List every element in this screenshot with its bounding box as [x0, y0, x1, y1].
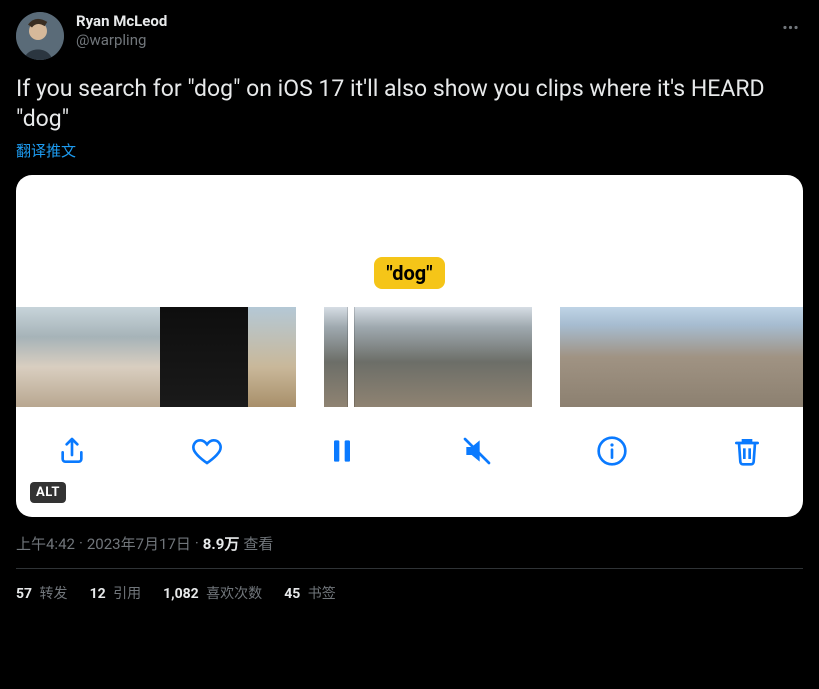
tweet-meta: 上午4:42 · 2023年7月17日 · 8.9万 查看: [16, 533, 803, 554]
video-thumbnail[interactable]: [64, 307, 112, 407]
retweets-label: 转发: [36, 586, 67, 602]
bookmarks-stat[interactable]: 45 书签: [284, 583, 336, 603]
video-thumbnail[interactable]: [204, 307, 248, 407]
like-button[interactable]: [185, 429, 229, 473]
delete-button[interactable]: [725, 429, 769, 473]
likes-label: 喜欢次数: [203, 586, 262, 602]
media-attachment[interactable]: "dog": [16, 175, 803, 517]
bookmarks-label: 书签: [304, 586, 335, 602]
video-thumbnail[interactable]: [16, 307, 64, 407]
quotes-label: 引用: [110, 586, 141, 602]
video-thumbnail[interactable]: [376, 307, 428, 407]
share-icon: [56, 435, 88, 467]
video-thumbnail[interactable]: [112, 307, 160, 407]
search-tag-row: "dog": [16, 257, 803, 307]
pause-button[interactable]: [320, 429, 364, 473]
playhead[interactable]: [348, 307, 354, 407]
video-thumbnail[interactable]: [660, 307, 710, 407]
tweet-date[interactable]: 2023年7月17日: [87, 533, 191, 554]
share-button[interactable]: [50, 429, 94, 473]
meta-separator: ·: [79, 534, 83, 552]
user-handle[interactable]: @warpling: [76, 31, 167, 50]
tweet-time[interactable]: 上午4:42: [16, 533, 75, 554]
likes-count: 1,082: [163, 586, 199, 602]
media-spacer: [16, 175, 803, 257]
clip-group-3[interactable]: [560, 307, 803, 407]
alt-badge[interactable]: ALT: [30, 482, 66, 503]
video-thumbnail[interactable]: [710, 307, 760, 407]
clip-group-1[interactable]: [16, 307, 296, 407]
views-count: 8.9万: [203, 533, 240, 554]
mute-button[interactable]: [455, 429, 499, 473]
video-timeline[interactable]: [16, 307, 803, 407]
video-thumbnail[interactable]: [248, 307, 296, 407]
avatar-photo: [16, 12, 64, 60]
video-thumbnail[interactable]: [428, 307, 480, 407]
tweet-text: If you search for "dog" on iOS 17 it'll …: [16, 74, 803, 134]
user-info: Ryan McLeod @warpling: [76, 12, 167, 50]
heart-icon: [191, 435, 223, 467]
views-label: 查看: [243, 533, 273, 554]
pause-icon: [326, 435, 358, 467]
media-toolbar: [16, 407, 803, 473]
video-thumbnail[interactable]: [760, 307, 803, 407]
retweets-count: 57: [16, 586, 32, 602]
display-name[interactable]: Ryan McLeod: [76, 12, 167, 31]
quotes-stat[interactable]: 12 引用: [90, 583, 142, 603]
video-thumbnail[interactable]: [610, 307, 660, 407]
info-icon: [596, 435, 628, 467]
speaker-muted-icon: [461, 435, 493, 467]
ellipsis-icon: [781, 18, 800, 37]
tweet-container: Ryan McLeod @warpling If you search for …: [0, 0, 819, 617]
quotes-count: 12: [90, 586, 106, 602]
tweet-header: Ryan McLeod @warpling: [16, 12, 803, 60]
search-term-badge: "dog": [374, 257, 444, 289]
meta-separator: ·: [195, 534, 199, 552]
avatar[interactable]: [16, 12, 64, 60]
retweets-stat[interactable]: 57 转发: [16, 583, 68, 603]
info-button[interactable]: [590, 429, 634, 473]
likes-stat[interactable]: 1,082 喜欢次数: [163, 583, 262, 603]
more-options-button[interactable]: [773, 10, 807, 44]
video-thumbnail[interactable]: [560, 307, 610, 407]
trash-icon: [731, 435, 763, 467]
video-thumbnail[interactable]: [480, 307, 532, 407]
bookmarks-count: 45: [284, 586, 300, 602]
translate-link[interactable]: 翻译推文: [16, 140, 76, 161]
tweet-stats: 57 转发 12 引用 1,082 喜欢次数 45 书签: [16, 569, 803, 617]
video-thumbnail[interactable]: [160, 307, 204, 407]
clip-group-2[interactable]: [324, 307, 532, 407]
